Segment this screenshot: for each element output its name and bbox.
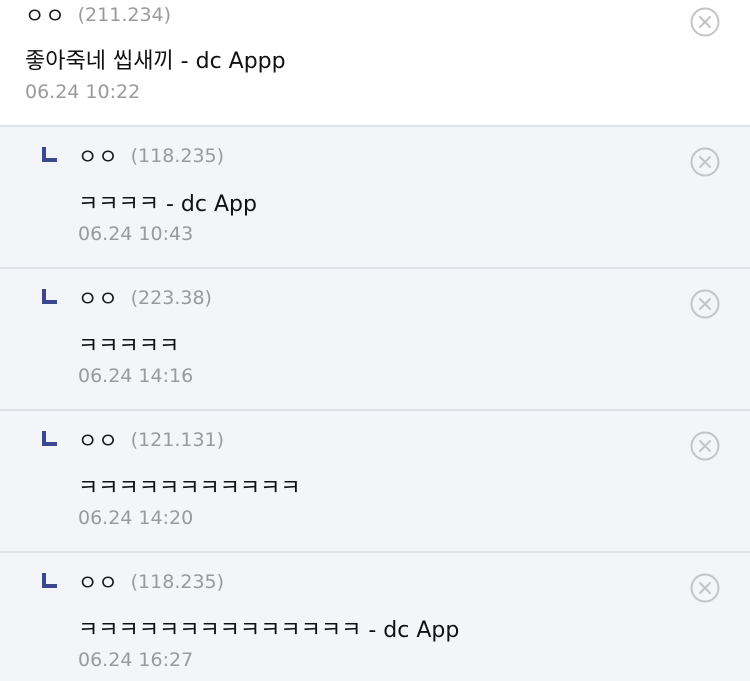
reply-ip: (223.38)	[130, 287, 212, 309]
reply-ip: (121.131)	[130, 429, 225, 451]
reply-author-row: ㅇㅇ (223.38)	[42, 285, 212, 311]
reply-item: ㅇㅇ (223.38) ㅋㅋㅋㅋㅋ 06.24 14:16	[0, 269, 750, 411]
reply-item: ㅇㅇ (118.235) ㅋㅋㅋㅋㅋㅋㅋㅋㅋㅋㅋㅋㅋㅋ - dc App 06.…	[0, 553, 750, 681]
reply-arrow-icon	[42, 431, 60, 449]
close-circle-icon	[690, 147, 720, 177]
reply-text: ㅋㅋㅋㅋ - dc App	[78, 192, 257, 217]
comment-list: ㅇㅇ (211.234) 좋아죽네 씹새끼 - dc Appp 06.24 10…	[0, 0, 750, 681]
reply-nickname[interactable]: ㅇㅇ	[78, 567, 119, 597]
comment-ip: (211.234)	[77, 4, 172, 26]
delete-comment-button[interactable]	[690, 7, 720, 37]
reply-ip: (118.235)	[130, 145, 225, 167]
close-circle-icon	[690, 573, 720, 603]
delete-reply-button[interactable]	[690, 573, 720, 603]
reply-arrow-icon	[42, 573, 60, 591]
reply-date: 06.24 14:16	[78, 365, 194, 387]
reply-date: 06.24 16:27	[78, 649, 194, 671]
comment-text: 좋아죽네 씹새끼 - dc Appp	[25, 49, 286, 74]
reply-author-row: ㅇㅇ (121.131)	[42, 427, 224, 453]
reply-text: ㅋㅋㅋㅋㅋ	[78, 334, 180, 359]
delete-reply-button[interactable]	[690, 147, 720, 177]
reply-date: 06.24 14:20	[78, 507, 194, 529]
comment-nickname[interactable]: ㅇㅇ	[25, 0, 66, 30]
comment-item: ㅇㅇ (211.234) 좋아죽네 씹새끼 - dc Appp 06.24 10…	[0, 0, 750, 127]
delete-reply-button[interactable]	[690, 289, 720, 319]
close-circle-icon	[690, 7, 720, 37]
delete-reply-button[interactable]	[690, 431, 720, 461]
comment-date: 06.24 10:22	[25, 81, 141, 103]
reply-text: ㅋㅋㅋㅋㅋㅋㅋㅋㅋㅋㅋ	[78, 476, 301, 501]
reply-author-row: ㅇㅇ (118.235)	[42, 569, 224, 595]
reply-ip: (118.235)	[130, 571, 225, 593]
reply-item: ㅇㅇ (121.131) ㅋㅋㅋㅋㅋㅋㅋㅋㅋㅋㅋ 06.24 14:20	[0, 411, 750, 553]
reply-nickname[interactable]: ㅇㅇ	[78, 283, 119, 313]
reply-nickname[interactable]: ㅇㅇ	[78, 425, 119, 455]
reply-item: ㅇㅇ (118.235) ㅋㅋㅋㅋ - dc App 06.24 10:43	[0, 127, 750, 269]
close-circle-icon	[690, 289, 720, 319]
reply-arrow-icon	[42, 289, 60, 307]
reply-arrow-icon	[42, 147, 60, 165]
reply-date: 06.24 10:43	[78, 223, 194, 245]
close-circle-icon	[690, 431, 720, 461]
reply-text: ㅋㅋㅋㅋㅋㅋㅋㅋㅋㅋㅋㅋㅋㅋ - dc App	[78, 618, 460, 643]
comment-author-row: ㅇㅇ (211.234)	[25, 2, 171, 28]
reply-author-row: ㅇㅇ (118.235)	[42, 143, 224, 169]
reply-nickname[interactable]: ㅇㅇ	[78, 141, 119, 171]
